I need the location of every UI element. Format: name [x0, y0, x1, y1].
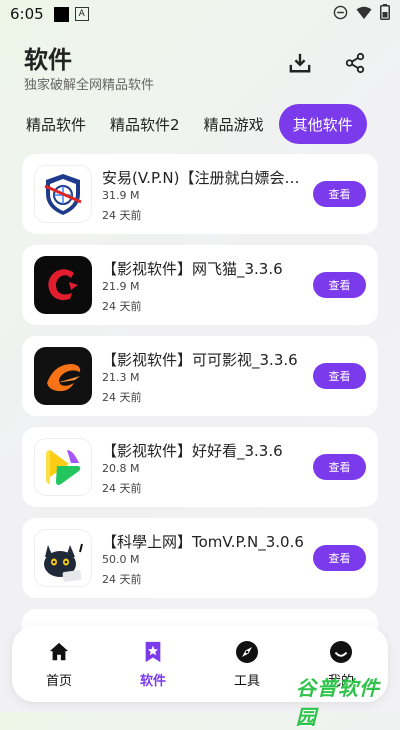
app-date: 24 天前 [102, 300, 142, 313]
app-date: 24 天前 [102, 482, 142, 495]
tab-other-software[interactable]: 其他软件 [278, 104, 367, 144]
battery-icon [380, 4, 390, 24]
nav-tools[interactable]: 工具 [200, 626, 294, 702]
wifi-icon [356, 5, 372, 24]
tab-premium-games[interactable]: 精品游戏 [192, 104, 276, 144]
tab-premium-software-2[interactable]: 精品软件2 [98, 104, 192, 144]
nav-home-label: 首页 [45, 673, 72, 689]
watermark-logo: 谷普软件园 [296, 676, 380, 729]
accessibility-icon: A [74, 7, 89, 21]
app-size: 20.8 M [102, 462, 140, 475]
app-list: 安易(V.P.N)【注册就白嫖会员】 31.9 M 24 天前 查看 【影视软件… [22, 154, 378, 649]
view-button[interactable]: 查看 [313, 272, 366, 298]
app-date: 24 天前 [102, 209, 142, 222]
view-button[interactable]: 查看 [313, 545, 366, 571]
list-item[interactable]: 【影视软件】网飞猫_3.3.6 21.9 M 24 天前 查看 [22, 245, 378, 325]
app-icon-keke [34, 347, 92, 405]
nav-software-label: 软件 [139, 673, 166, 689]
home-icon [47, 640, 71, 664]
app-date: 24 天前 [102, 391, 142, 404]
app-name: 【影视软件】网飞猫_3.3.6 [102, 260, 283, 278]
app-icon-wangfeimao [34, 256, 92, 314]
list-item[interactable]: 安易(V.P.N)【注册就白嫖会员】 31.9 M 24 天前 查看 [22, 154, 378, 234]
share-button[interactable] [342, 52, 368, 78]
app-size: 31.9 M [102, 189, 140, 202]
download-icon [289, 52, 311, 78]
smile-icon [329, 640, 353, 664]
list-item[interactable]: 【影视软件】好好看_3.3.6 20.8 M 24 天前 查看 [22, 427, 378, 507]
app-date: 24 天前 [102, 573, 142, 586]
compass-icon [235, 640, 259, 664]
list-item[interactable]: 【科學上网】TomV.P.N_3.0.6 50.0 M 24 天前 查看 [22, 518, 378, 598]
page-subtitle: 独家破解全网精品软件 [24, 78, 155, 93]
app-icon-anyi [34, 165, 92, 223]
app-icon-tom-cat [34, 529, 92, 587]
share-icon [344, 52, 366, 78]
dnd-icon [333, 5, 348, 24]
app-icon-haohaokan [34, 438, 92, 496]
bookmark-star-icon [141, 640, 165, 664]
tab-premium-software[interactable]: 精品软件 [14, 104, 98, 144]
page-title: 软件 [24, 46, 72, 74]
app-name: 【影视软件】可可影视_3.3.6 [102, 351, 298, 369]
status-time: 6:05 [10, 5, 44, 23]
download-button[interactable] [287, 52, 313, 78]
view-button[interactable]: 查看 [313, 454, 366, 480]
nav-tools-label: 工具 [233, 673, 260, 689]
nav-home[interactable]: 首页 [12, 626, 106, 702]
app-name: 【科學上网】TomV.P.N_3.0.6 [102, 533, 304, 551]
app-name: 【影视软件】好好看_3.3.6 [102, 442, 283, 460]
nav-software[interactable]: 软件 [106, 626, 200, 702]
list-item[interactable]: 【影视软件】可可影视_3.3.6 21.3 M 24 天前 查看 [22, 336, 378, 416]
notification-icon [53, 6, 69, 22]
category-tabs: 精品软件 精品软件2 精品游戏 其他软件 [14, 104, 367, 144]
app-size: 50.0 M [102, 553, 140, 566]
view-button[interactable]: 查看 [313, 363, 366, 389]
view-button[interactable]: 查看 [313, 181, 366, 207]
app-size: 21.3 M [102, 371, 140, 384]
app-size: 21.9 M [102, 280, 140, 293]
status-bar: 6:05 A [0, 0, 400, 28]
app-name: 安易(V.P.N)【注册就白嫖会员】 [102, 169, 308, 187]
